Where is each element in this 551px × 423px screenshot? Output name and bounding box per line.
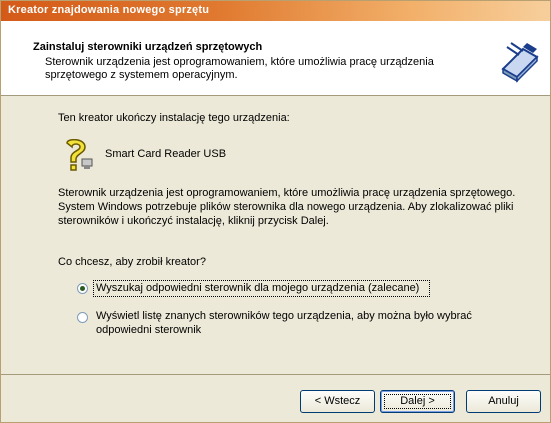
- hardware-wizard-icon: [495, 37, 543, 83]
- device-name: Smart Card Reader USB: [105, 148, 227, 160]
- window-title: Kreator znajdowania nowego sprzętu: [8, 4, 210, 16]
- header-title: Zainstaluj sterowniki urządzeń sprzętowy…: [33, 41, 263, 53]
- wizard-window: Kreator znajdowania nowego sprzętu Zains…: [0, 0, 551, 423]
- next-button[interactable]: Dalej >: [380, 390, 455, 413]
- option-manual-radio[interactable]: [77, 312, 88, 323]
- wizard-header: Zainstaluj sterowniki urządzeń sprzętowy…: [1, 21, 550, 96]
- description-text: Sterownik urządzenia jest oprogramowanie…: [58, 187, 516, 227]
- footer-divider: [1, 374, 550, 375]
- option-manual-label[interactable]: Wyświetl listę znanych sterowników tego …: [96, 309, 516, 337]
- unknown-device-icon: [66, 139, 93, 171]
- option-auto-radio[interactable]: [77, 283, 88, 294]
- question-text: Co chcesz, aby zrobił kreator?: [58, 256, 206, 268]
- next-button-focus: [384, 394, 451, 409]
- header-subtitle: Sterownik urządzenia jest oprogramowanie…: [45, 56, 434, 81]
- option-auto-label[interactable]: Wyszukaj odpowiedni sterownik dla mojego…: [96, 281, 426, 295]
- title-bar[interactable]: Kreator znajdowania nowego sprzętu: [1, 1, 550, 21]
- cancel-button[interactable]: Anuluj: [466, 390, 541, 413]
- intro-text: Ten kreator ukończy instalację tego urzą…: [58, 112, 290, 124]
- back-button[interactable]: < Wstecz: [300, 390, 375, 413]
